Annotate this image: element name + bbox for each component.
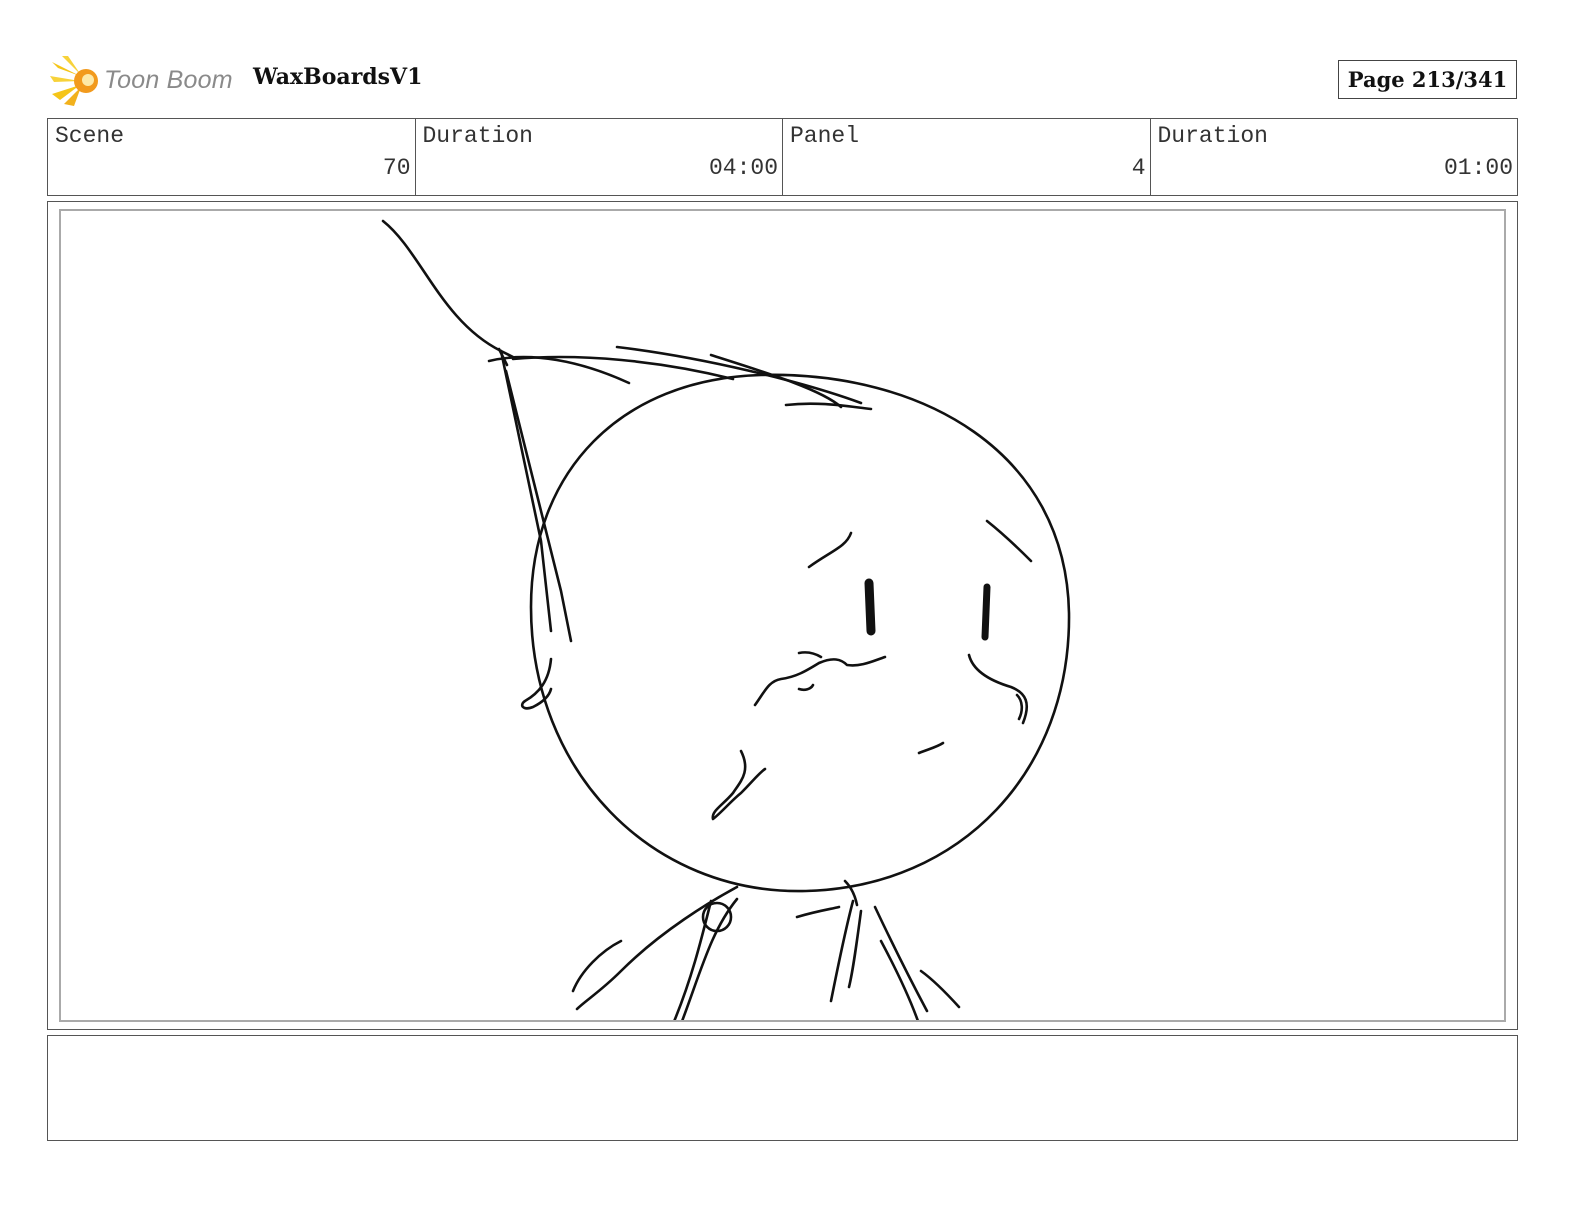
panel-cell: Panel 4 [783,119,1151,195]
storyboard-panel-frame [47,201,1518,1030]
scene-label: Scene [55,123,125,149]
panel-duration-cell: Duration 01:00 [1151,119,1518,195]
panel-duration-label: Duration [1157,123,1268,149]
scene-value: 70 [382,155,411,181]
scene-duration-label: Duration [422,123,533,149]
scene-duration-cell: Duration 04:00 [416,119,783,195]
starburst-logo-icon [50,56,98,106]
project-title: WaxBoardsV1 [253,64,423,90]
page-indicator: Page 213/341 [1338,60,1517,99]
character-sketch [381,219,1071,1020]
scene-cell: Scene 70 [48,119,416,195]
panel-notes-box [47,1035,1518,1141]
scene-duration-value: 04:00 [708,155,778,181]
panel-duration-value: 01:00 [1443,155,1513,181]
toon-boom-logo: Toon Boom [50,54,240,108]
storyboard-panel-image [59,209,1506,1022]
panel-label: Panel [790,123,860,149]
logo-text: Toon Boom [104,66,233,94]
panel-value: 4 [1131,155,1146,181]
scene-info-table: Scene 70 Duration 04:00 Panel 4 Duration… [47,118,1518,196]
